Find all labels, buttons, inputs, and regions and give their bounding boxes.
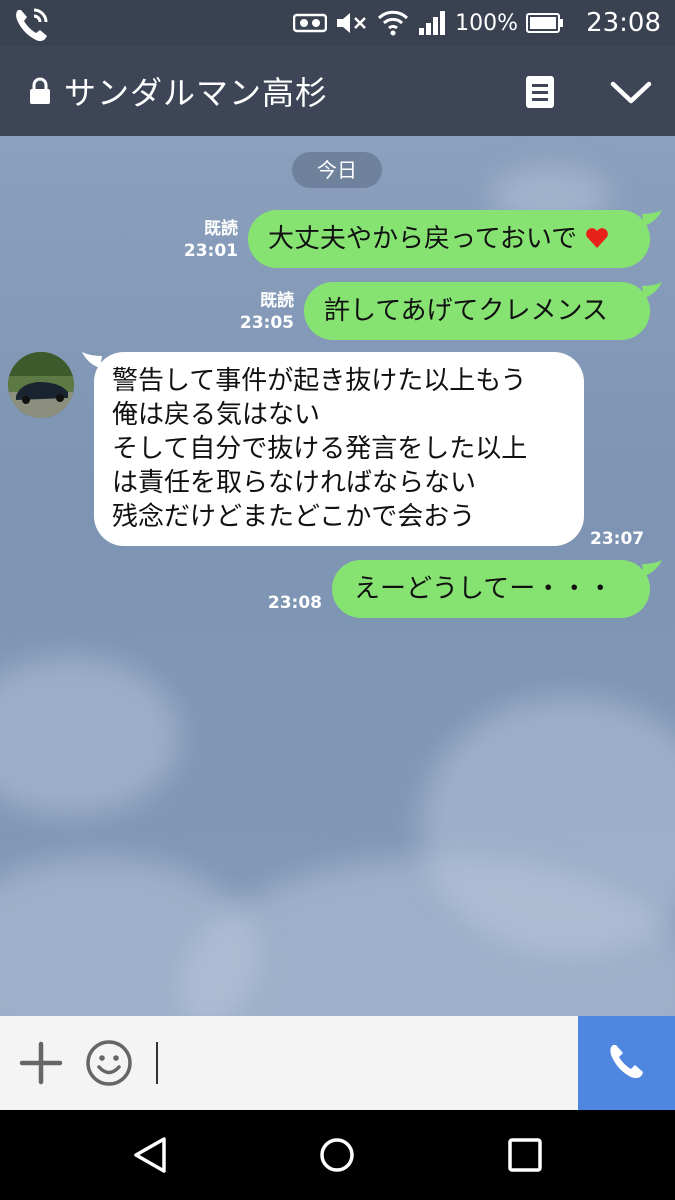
- bubble-tail: [642, 560, 662, 576]
- battery-percent: 100%: [455, 10, 519, 36]
- chat-area[interactable]: 今日 既読 23:01 大丈夫やから戻っておいで 既読 23:05 許してあげて…: [0, 136, 675, 1016]
- read-receipt: 既読: [204, 219, 238, 239]
- status-bar: 100% 23:08: [0, 0, 675, 46]
- android-nav-bar: [0, 1110, 675, 1200]
- message-bubble-received[interactable]: 警告して事件が起き抜けた以上もう 俺は戻る気はない そして自分で抜ける発言をした…: [94, 352, 584, 546]
- lock-icon: [30, 77, 50, 104]
- message-line: 警告して事件が起き抜けた以上もう: [112, 366, 527, 396]
- bubble-tail: [642, 282, 662, 298]
- call-button[interactable]: [578, 1016, 675, 1110]
- message-time: 23:05: [239, 313, 294, 333]
- status-clock: 23:08: [586, 8, 661, 38]
- phone-call-icon: [16, 8, 48, 42]
- chat-header: サンダルマン高杉: [0, 46, 675, 136]
- message-bubble-sent[interactable]: 大丈夫やから戻っておいで: [248, 210, 650, 268]
- message-line: は責任を取らなければならない: [112, 468, 477, 498]
- text-caret: [156, 1042, 158, 1084]
- background-cloud: [0, 856, 260, 1016]
- plus-icon[interactable]: [18, 1040, 64, 1086]
- input-bar: [0, 1016, 675, 1110]
- signal-icon: [293, 13, 328, 33]
- message-text: えーどうしてー・・・: [354, 574, 614, 604]
- wifi-icon: [378, 10, 409, 36]
- chevron-down-icon[interactable]: [610, 80, 652, 106]
- chat-title: サンダルマン高杉: [64, 74, 329, 112]
- cellular-icon: [419, 11, 446, 35]
- message-text: 大丈夫やから戻っておいで: [268, 224, 578, 254]
- recents-icon[interactable]: [506, 1136, 544, 1174]
- note-icon[interactable]: [524, 74, 556, 110]
- message-line: 俺は戻る気はない: [112, 400, 321, 430]
- heart-icon: [586, 228, 609, 248]
- call-icon: [610, 1045, 643, 1079]
- battery-icon: [526, 13, 564, 33]
- message-meta: 既読 23:01: [180, 218, 238, 262]
- mute-icon: [337, 13, 367, 33]
- avatar-image: [8, 352, 74, 418]
- read-receipt: 既読: [260, 291, 294, 311]
- message-line: 残念だけどまたどこかで会おう: [112, 502, 476, 532]
- message-time: 23:08: [267, 593, 322, 613]
- background-cloud: [0, 656, 180, 816]
- message-input[interactable]: [150, 1036, 570, 1090]
- message-meta: 既読 23:05: [236, 290, 294, 334]
- emoji-icon[interactable]: [84, 1038, 134, 1088]
- message-bubble-sent[interactable]: 許してあげてクレメンス: [304, 282, 650, 340]
- message-text: 許してあげてクレメンス: [324, 296, 608, 326]
- date-separator: 今日: [292, 152, 382, 188]
- home-icon[interactable]: [318, 1136, 356, 1174]
- message-time: 23:01: [183, 241, 238, 261]
- bubble-tail: [642, 210, 662, 226]
- back-icon[interactable]: [132, 1136, 168, 1174]
- message-bubble-sent[interactable]: えーどうしてー・・・: [332, 560, 650, 618]
- message-line: そして自分で抜ける発言をした以上: [112, 434, 528, 464]
- avatar[interactable]: [8, 352, 74, 418]
- message-time: 23:07: [590, 529, 645, 549]
